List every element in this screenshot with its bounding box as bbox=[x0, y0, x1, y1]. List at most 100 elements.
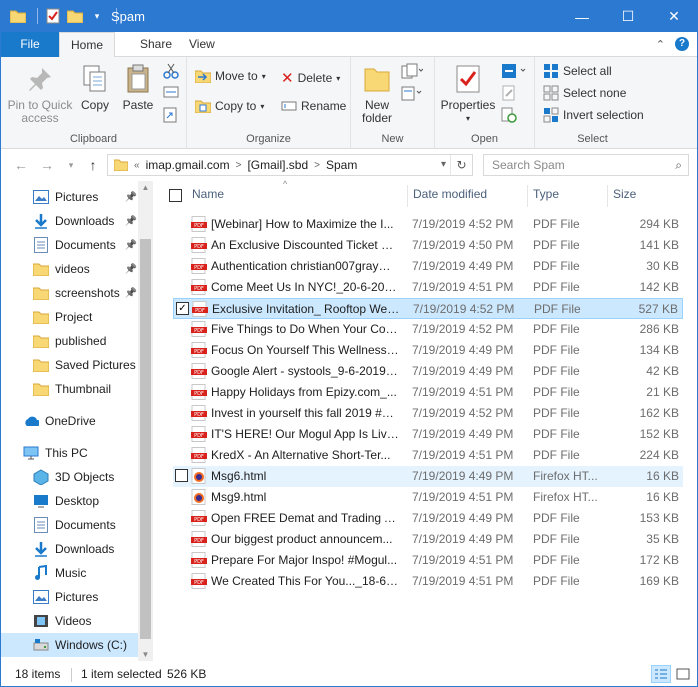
chevron-right-icon[interactable]: > bbox=[314, 160, 320, 171]
breadcrumb-item[interactable]: imap.gmail.com bbox=[146, 158, 230, 172]
delete-button[interactable]: ✕ Delete ▾ bbox=[281, 69, 340, 87]
nav-item[interactable]: published bbox=[1, 329, 141, 353]
help-icon[interactable]: ? bbox=[675, 37, 689, 51]
file-row[interactable]: PDF Happy Holidays from Epizy.com_... 7/19… bbox=[173, 382, 683, 403]
file-row[interactable]: PDF Google Alert - systools_9-6-2019.... 7… bbox=[173, 361, 683, 382]
paste-shortcut-icon[interactable] bbox=[163, 107, 177, 123]
breadcrumb-overflow[interactable]: « bbox=[134, 160, 140, 171]
address-dropdown-icon[interactable]: ▾ bbox=[441, 155, 446, 175]
large-icons-view-icon[interactable] bbox=[673, 665, 693, 683]
file-row[interactable]: PDF We Created This For You..._18-6-2... 7… bbox=[173, 571, 683, 592]
nav-item[interactable]: 3D Objects bbox=[1, 465, 141, 489]
new-folder-icon[interactable] bbox=[66, 7, 84, 25]
pin-icon[interactable]: 📌 bbox=[125, 192, 137, 203]
details-view-icon[interactable] bbox=[651, 665, 671, 683]
nav-item[interactable]: OneDrive bbox=[1, 409, 141, 433]
row-checkbox[interactable] bbox=[175, 469, 188, 482]
nav-item[interactable]: Music bbox=[1, 561, 141, 585]
nav-item[interactable]: Saved Pictures bbox=[1, 353, 141, 377]
scroll-thumb[interactable] bbox=[140, 239, 151, 639]
scroll-up-icon[interactable]: ▲ bbox=[138, 183, 153, 192]
close-button[interactable]: ✕ bbox=[651, 1, 697, 32]
pin-icon[interactable]: 📌 bbox=[125, 216, 137, 227]
nav-item[interactable]: Thumbnail bbox=[1, 377, 141, 401]
easy-access-icon[interactable] bbox=[401, 85, 423, 101]
file-row[interactable]: PDF IT'S HERE! Our Mogul App Is Live!... 7… bbox=[173, 424, 683, 445]
copy-button[interactable]: Copy bbox=[77, 63, 113, 112]
nav-item[interactable]: Documents bbox=[1, 513, 141, 537]
address-bar[interactable]: « imap.gmail.com > [Gmail].sbd > Spam ▾ … bbox=[107, 154, 473, 176]
nav-item[interactable]: Windows (C:) bbox=[1, 633, 141, 657]
history-icon[interactable] bbox=[501, 107, 517, 123]
search-input[interactable]: Search Spam ⌕ bbox=[483, 154, 689, 176]
file-row[interactable]: ✓ PDF Exclusive Invitation_ Rooftop Well..… bbox=[173, 298, 683, 319]
minimize-button[interactable]: — bbox=[559, 1, 605, 32]
pin-icon[interactable]: 📌 bbox=[125, 288, 137, 299]
forward-button[interactable]: → bbox=[39, 157, 55, 173]
recent-locations-dropdown[interactable]: ▾ bbox=[63, 157, 79, 173]
file-row[interactable]: PDF Five Things to Do When Your Con... 7/1… bbox=[173, 319, 683, 340]
column-date[interactable]: Date modified bbox=[413, 187, 487, 201]
breadcrumb-item[interactable]: [Gmail].sbd bbox=[247, 158, 308, 172]
tab-view[interactable]: View bbox=[177, 32, 227, 57]
nav-item[interactable]: Project bbox=[1, 305, 141, 329]
tab-share[interactable]: Share bbox=[128, 32, 184, 57]
cut-icon[interactable] bbox=[163, 63, 179, 79]
pin-to-quick-access-button[interactable]: Pin to Quick access bbox=[7, 63, 73, 125]
breadcrumb-item[interactable]: Spam bbox=[326, 158, 357, 172]
column-name[interactable]: Name bbox=[192, 187, 224, 201]
nav-scrollbar[interactable]: ▲ ▼ bbox=[138, 181, 153, 661]
nav-item[interactable]: screenshots 📌 bbox=[1, 281, 141, 305]
nav-item[interactable]: Videos bbox=[1, 609, 141, 633]
column-divider[interactable] bbox=[407, 185, 408, 207]
file-row[interactable]: Msg9.html 7/19/2019 4:51 PM Firefox HT... 1… bbox=[173, 487, 683, 508]
chevron-up-icon[interactable]: ⌃ bbox=[656, 38, 665, 51]
properties-button[interactable]: Properties ▾ bbox=[439, 63, 497, 125]
file-row[interactable]: PDF [Webinar] How to Maximize the I... 7/1… bbox=[173, 214, 683, 235]
invert-selection-button[interactable]: Invert selection bbox=[543, 107, 644, 123]
chevron-right-icon[interactable]: > bbox=[236, 160, 242, 171]
move-to-button[interactable]: Move to ▾ bbox=[195, 69, 266, 83]
maximize-button[interactable]: ☐ bbox=[605, 1, 651, 32]
nav-item[interactable]: Downloads bbox=[1, 537, 141, 561]
file-row[interactable]: PDF Invest in yourself this fall 2019 #M.… bbox=[173, 403, 683, 424]
nav-item[interactable]: Downloads 📌 bbox=[1, 209, 141, 233]
rename-button[interactable]: Rename bbox=[281, 99, 346, 113]
copy-path-icon[interactable] bbox=[163, 85, 179, 99]
file-row[interactable]: PDF Authentication christian007gray@... 7/… bbox=[173, 256, 683, 277]
file-row[interactable]: PDF Come Meet Us In NYC!_20-6-2019.... 7/1… bbox=[173, 277, 683, 298]
column-size[interactable]: Size bbox=[613, 187, 636, 201]
open-icon[interactable] bbox=[501, 63, 527, 79]
properties-icon[interactable] bbox=[44, 7, 62, 25]
pin-icon[interactable]: 📌 bbox=[125, 240, 137, 251]
copy-to-button[interactable]: Copy to ▾ bbox=[195, 99, 264, 113]
row-checkbox[interactable]: ✓ bbox=[176, 302, 189, 315]
select-none-button[interactable]: Select none bbox=[543, 85, 626, 101]
file-row[interactable]: PDF An Exclusive Discounted Ticket Ju... 7… bbox=[173, 235, 683, 256]
new-folder-button[interactable]: New folder bbox=[357, 63, 397, 125]
file-row[interactable]: PDF Open FREE Demat and Trading Ac... 7/19… bbox=[173, 508, 683, 529]
nav-item[interactable]: Pictures 📌 bbox=[1, 185, 141, 209]
customize-dropdown-icon[interactable]: ▾ bbox=[88, 7, 106, 25]
pin-icon[interactable]: 📌 bbox=[125, 264, 137, 275]
column-type[interactable]: Type bbox=[533, 187, 559, 201]
select-all-checkbox[interactable] bbox=[169, 189, 182, 202]
refresh-icon[interactable]: ↻ bbox=[450, 155, 472, 175]
nav-item[interactable]: videos 📌 bbox=[1, 257, 141, 281]
nav-item[interactable]: This PC bbox=[1, 441, 141, 465]
scroll-down-icon[interactable]: ▼ bbox=[138, 650, 153, 659]
tab-file[interactable]: File bbox=[1, 32, 59, 57]
file-row[interactable]: PDF Our biggest product announcem... 7/19/… bbox=[173, 529, 683, 550]
file-row[interactable]: Msg6.html 7/19/2019 4:49 PM Firefox HT... 1… bbox=[173, 466, 683, 487]
nav-item[interactable]: Desktop bbox=[1, 489, 141, 513]
select-all-button[interactable]: Select all bbox=[543, 63, 612, 79]
tab-home[interactable]: Home bbox=[59, 32, 115, 58]
nav-item[interactable]: Pictures bbox=[1, 585, 141, 609]
edit-icon[interactable] bbox=[501, 85, 517, 101]
up-button[interactable]: ↑ bbox=[85, 157, 101, 173]
new-item-icon[interactable] bbox=[401, 63, 423, 79]
nav-item[interactable]: Documents 📌 bbox=[1, 233, 141, 257]
file-row[interactable]: PDF Prepare For Major Inspo! #Mogul... 7/1… bbox=[173, 550, 683, 571]
back-button[interactable]: ← bbox=[13, 157, 29, 173]
title-bar[interactable]: ▾ Spam — ☐ ✕ bbox=[1, 1, 697, 32]
